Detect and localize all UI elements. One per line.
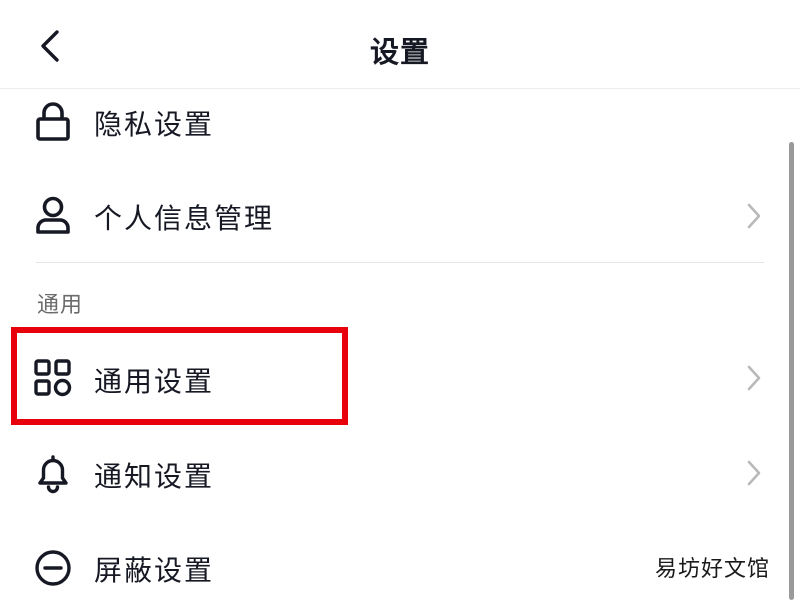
back-button[interactable] — [30, 26, 70, 66]
chevron-right-icon — [742, 457, 766, 489]
section-divider — [36, 262, 764, 263]
chevron-left-icon — [41, 30, 59, 62]
settings-row-label: 隐私设置 — [94, 108, 215, 141]
user-icon — [31, 194, 75, 238]
chevron-right-icon — [742, 362, 766, 394]
chevron-right-icon — [742, 200, 766, 232]
block-icon — [31, 546, 75, 590]
settings-row-general[interactable]: 通用设置 — [0, 333, 790, 423]
settings-row-label: 通知设置 — [94, 460, 215, 493]
lock-icon — [31, 100, 75, 144]
watermark: 易坊好文馆 — [655, 557, 771, 582]
settings-row-label: 通用设置 — [94, 365, 215, 398]
section-header-general: 通用 — [37, 293, 84, 318]
settings-row-personal-info[interactable]: 个人信息管理 — [0, 170, 790, 260]
grid-icon — [31, 356, 75, 400]
settings-row-label: 个人信息管理 — [94, 202, 275, 235]
settings-row-privacy[interactable]: 隐私设置 — [0, 76, 790, 166]
settings-screen: 设置 隐私设置 个人信息管理 通用 通用设置 通知设置 屏蔽设置 易坊好文馆 — [0, 0, 800, 600]
settings-row-label: 屏蔽设置 — [94, 554, 215, 587]
scrollbar[interactable] — [789, 142, 794, 600]
settings-row-notifications[interactable]: 通知设置 — [0, 428, 790, 518]
bell-icon — [31, 451, 75, 495]
